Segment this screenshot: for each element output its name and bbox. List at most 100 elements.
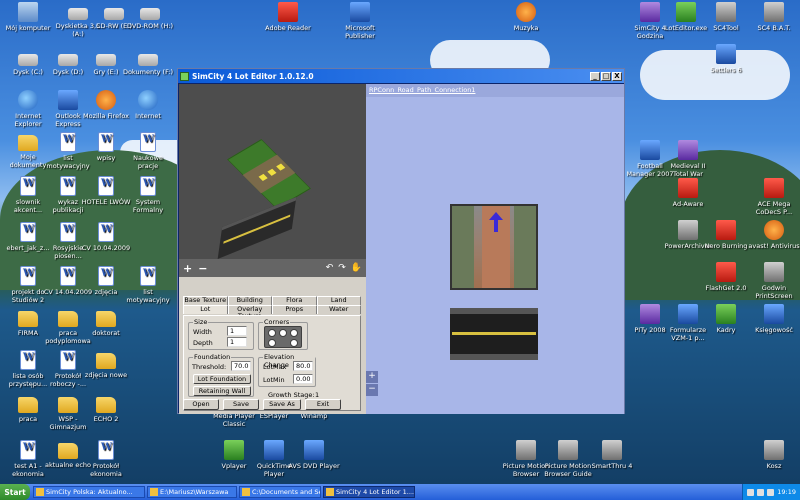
desktop-icon[interactable]: CV 10.04.2009 [80,222,132,252]
desktop-icon-label: System Formalny [132,198,164,214]
lotmax-label: LotMax [263,363,287,371]
desktop-icon[interactable]: Muzyka [500,2,552,32]
tab-overlay-texture[interactable]: Overlay Texture [227,305,272,320]
desktop-icon[interactable]: Godwin PrintScreen [748,262,800,300]
desktop-icon[interactable]: ECHO 2 [80,394,132,423]
lot-editor-window[interactable]: SimCity 4 Lot Editor 1.0.12.0 _ □ X + − … [177,68,625,414]
desktop-icon[interactable]: Adobe Reader [262,2,314,32]
desktop-icon[interactable]: DVD-ROM (H:) [124,2,176,30]
folder-icon [58,443,78,459]
red-icon [764,178,784,198]
maximize-button[interactable]: □ [601,71,611,81]
desktop-icon[interactable]: SC4Tool [700,2,752,32]
antivirus-icon[interactable] [767,488,775,496]
desktop-icon[interactable]: Księgowość [748,304,800,334]
desktop-icon[interactable]: Medieval II Total War [662,140,714,178]
corner-ne[interactable] [290,329,298,337]
desktop-icon[interactable]: Internet [122,90,174,120]
rotate-left-icon[interactable]: ↶ [326,263,334,273]
network-icon[interactable] [757,488,765,496]
desktop-icon-label: Ad-Aware [672,200,704,208]
drive-icon [138,54,158,66]
hand-icon[interactable]: ✋ [351,263,362,273]
desktop-icon[interactable]: Kosz [748,440,800,470]
corner-n[interactable] [279,329,287,337]
tab-water[interactable]: Water [316,305,361,314]
lotmax-field[interactable]: 80.0 [293,361,313,371]
desktop-icon-label: avast! Antivirus [748,242,800,250]
gray-icon [678,220,698,240]
desktop-icon[interactable]: AVS DVD Player [288,440,340,470]
size-label: Size [193,318,209,326]
desktop-icon[interactable]: SmartThru 4 [586,440,638,470]
doc-icon [140,132,156,152]
volume-icon[interactable] [747,488,755,496]
save-as-button[interactable]: Save As [263,399,301,410]
tab-base-texture[interactable]: Base Texture [183,296,228,305]
close-button[interactable]: X [612,71,622,81]
clock[interactable]: 19:19 [777,488,796,496]
corner-se[interactable] [290,339,298,347]
depth-field[interactable]: 1 [227,337,247,347]
desktop-icon-label: slownik akcent... [13,198,43,214]
open-button[interactable]: Open [183,399,219,410]
doc-icon [20,440,36,460]
task-simcity-polska[interactable]: SimCity Polska: Aktualno... [33,486,145,498]
tab-lot[interactable]: Lot [183,305,228,314]
desktop-icon[interactable]: ACE Mega CoDecS P... [748,178,800,216]
lotmin-field[interactable]: 0.00 [293,374,313,384]
lot-foundation-button[interactable]: Lot Foundation [193,374,251,384]
zoom-in-button[interactable]: + [366,371,378,383]
save-button[interactable]: Save [223,399,259,410]
corner-nw[interactable] [268,329,276,337]
add-button[interactable]: + [183,262,192,275]
folder-icon [58,397,78,413]
desktop-icon-label: FlashGet 2.0 [705,284,747,292]
desktop-icon[interactable]: Mój komputer [2,2,54,32]
task-lot-editor[interactable]: SimCity 4 Lot Editor 1.... [323,486,415,498]
desktop-icon[interactable]: list motywacyjny [122,266,174,304]
lot-viewport[interactable]: RPConn_Road_Path_Connection1 + − [366,84,624,414]
doc-icon [140,176,156,196]
desktop-icon[interactable]: Nero Burning [700,220,752,250]
remove-button[interactable]: − [198,262,207,275]
desktop-icon[interactable]: Naukowe pracje [122,132,174,170]
folder-icon [58,311,78,327]
threshold-field[interactable]: 70.0 [231,361,251,371]
retaining-wall-button[interactable]: Retaining Wall [193,386,251,396]
desktop-icon[interactable]: Settlers 6 [700,44,752,74]
width-field[interactable]: 1 [227,326,247,336]
drive-icon [58,54,78,66]
desktop-icon[interactable]: Ad-Aware [662,178,714,208]
tab-flora[interactable]: Flora [272,296,317,305]
corner-sw[interactable] [268,339,276,347]
minimize-button[interactable]: _ [590,71,600,81]
desktop-icon[interactable]: Protokół ekonomia [80,440,132,478]
exit-button[interactable]: Exit [305,399,341,410]
desktop-icon-label: list motywacyjny [126,288,170,304]
rotate-right-icon[interactable]: ↷ [338,263,346,273]
desktop-icon[interactable]: Microsoft Publisher [334,2,386,40]
task-documents-folder[interactable]: C:\Documents and Settin... [239,486,321,498]
desktop-icon[interactable]: Dokumenty (F:) [122,48,174,76]
task-warszawa-folder[interactable]: E:\Mariusz\Warszawa [147,486,237,498]
desktop-icon-label: Kosz [766,462,782,470]
corners-selector[interactable] [264,326,302,348]
3d-preview[interactable] [179,84,366,259]
tab-props[interactable]: Props [272,305,317,314]
title-bar[interactable]: SimCity 4 Lot Editor 1.0.12.0 _ □ X [178,69,624,83]
start-button[interactable]: Start [0,484,30,500]
desktop-icon[interactable]: avast! Antivirus [748,220,800,250]
desktop-icon[interactable]: System Formalny [122,176,174,214]
lot-tile-view[interactable] [450,204,538,290]
gray-icon [558,440,578,460]
lot-tab-panel: Size Width 1 Depth 1 Corners Foundation … [183,315,361,411]
desktop-icon[interactable]: zdjęcia nowe [80,350,132,379]
desktop-icon[interactable]: Kadry [700,304,752,334]
desktop-icon[interactable]: SC4 B.A.T. [748,2,800,32]
tab-land[interactable]: Land [316,296,361,305]
tab-building[interactable]: Building [227,296,272,305]
desktop-icon[interactable]: doktorat [80,308,132,337]
desktop-icon[interactable]: FlashGet 2.0 [700,262,752,292]
zoom-out-button[interactable]: − [366,384,378,396]
